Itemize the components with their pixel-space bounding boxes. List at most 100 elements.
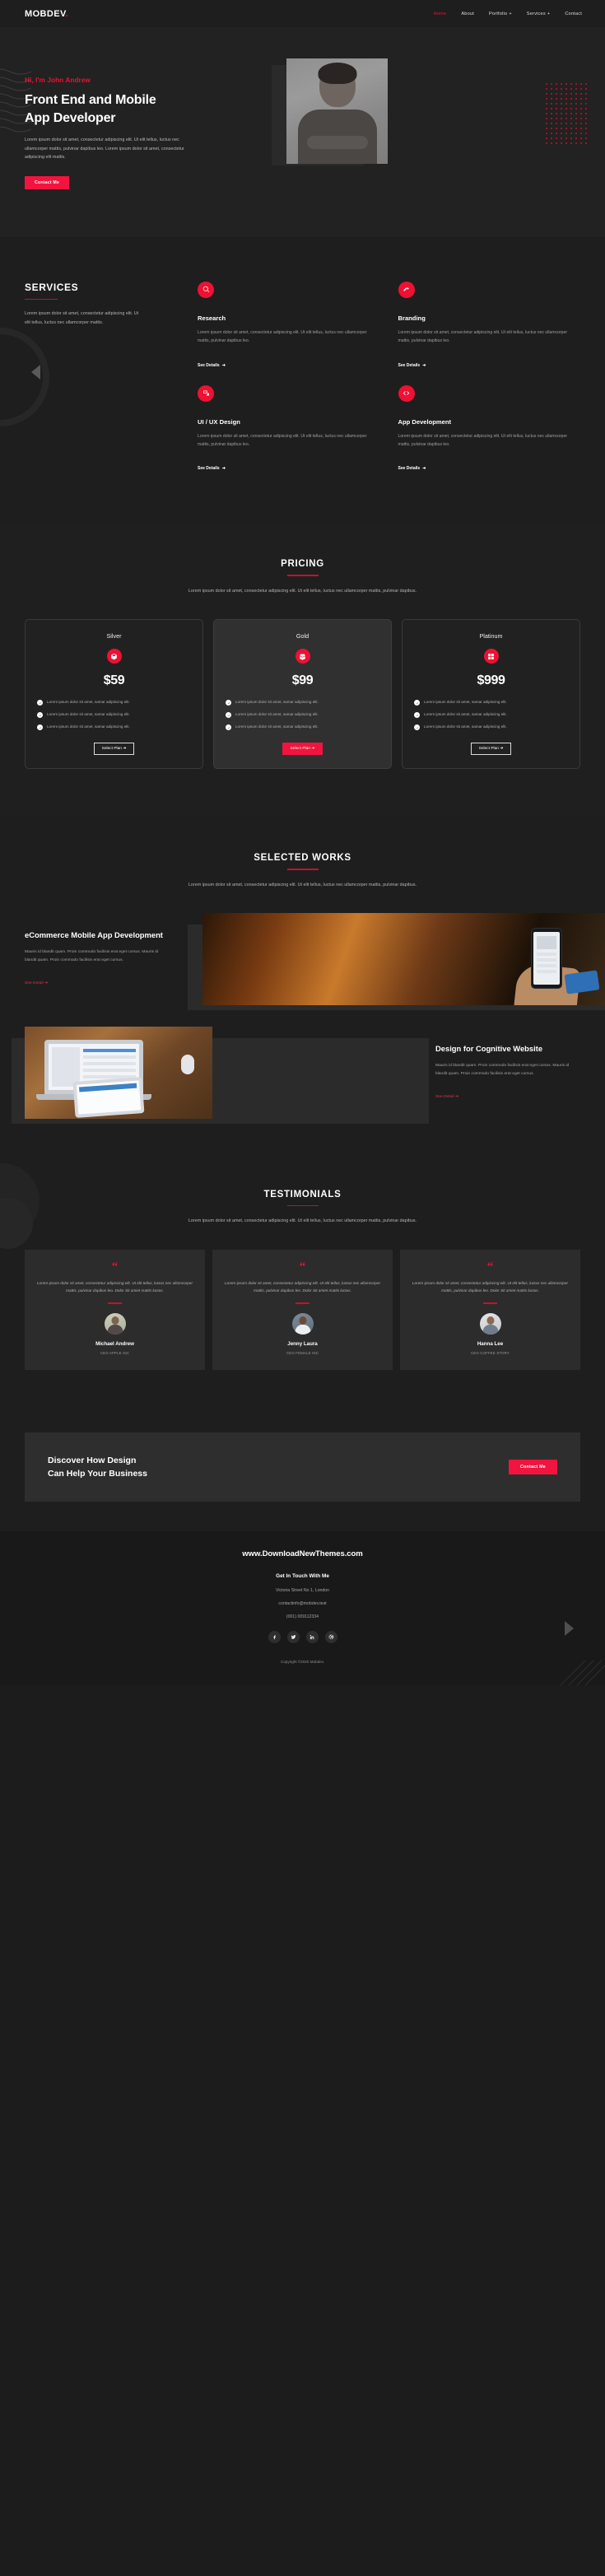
dribbble-icon[interactable]: [324, 1631, 337, 1644]
footer-phone[interactable]: (001) 009112334: [25, 1614, 580, 1619]
search-icon: [198, 281, 214, 298]
triangle-decoration: [565, 1621, 574, 1637]
plan-feature: Lorem ipsum dolor sit amet, samar adipis…: [37, 699, 191, 706]
check-icon: [414, 712, 420, 719]
dot-pattern-decoration: [544, 82, 587, 146]
services-title: SERVICES: [25, 281, 79, 293]
plan-price: $99: [291, 673, 314, 688]
plan-price: $999: [477, 673, 505, 688]
main-nav: Home About Portfolio + Services + Contact: [434, 12, 582, 16]
plan-name: Platinum: [479, 632, 503, 641]
hero-section: Hi, I'm John Andrew Front End and Mobile…: [0, 27, 605, 237]
footer-email[interactable]: contactinfo@mobdev.test: [25, 1601, 580, 1606]
site-footer: www.DownloadNewThemes.com Get In Touch W…: [0, 1531, 605, 1686]
testimonial-card: “ Lorem ipsum dolor sit amet, consectetu…: [25, 1249, 205, 1370]
plan-feature: Lorem ipsum dolor sit amet, samar adipis…: [414, 699, 568, 706]
nav-item-services[interactable]: Services +: [527, 12, 551, 16]
plan-feature: Lorem ipsum dolor sit amet, samar adipis…: [414, 711, 568, 719]
hero-contact-button[interactable]: Contact Me: [25, 175, 69, 189]
pricing-card-platinum[interactable]: Platinum $999 Lorem ipsum dolor sit amet…: [402, 619, 580, 770]
footer-copyright: Copyright ©2020 Mobdev.: [280, 1660, 325, 1665]
testimonial-author: Hanna Lee: [477, 1340, 504, 1347]
select-plan-button[interactable]: Select Plan ➜: [470, 743, 512, 756]
brand-dot: .: [65, 8, 69, 19]
service-card-app-development[interactable]: App Development Lorem ipsum dolor sit am…: [398, 384, 581, 474]
arrow-right-icon: ➜: [422, 466, 426, 472]
cta-contact-button[interactable]: Contact Me: [508, 1459, 557, 1474]
arrow-right-icon: ➜: [422, 362, 426, 368]
service-title: UI / UX Design: [198, 417, 240, 426]
pricing-card-silver[interactable]: Silver $59 Lorem ipsum dolor sit amet, s…: [25, 619, 203, 770]
check-icon: [414, 724, 420, 731]
check-icon: [226, 700, 231, 706]
see-details-link[interactable]: See Details ➜: [198, 363, 226, 368]
site-header: MOBDEV. Home About Portfolio + Services + …: [0, 0, 605, 27]
work-thumbnail-image[interactable]: [25, 1026, 212, 1119]
hero-visual: [272, 58, 587, 189]
pricing-plans: Silver $59 Lorem ipsum dolor sit amet, s…: [25, 619, 580, 770]
select-plan-button[interactable]: Select Plan ➜: [282, 743, 323, 756]
chevron-plus-icon: +: [509, 11, 512, 16]
line-decoration: [560, 1660, 605, 1686]
see-detail-link[interactable]: See Detail ➜: [25, 981, 48, 985]
see-details-link[interactable]: See Details ➜: [398, 466, 426, 471]
arrow-right-icon: ➜: [44, 981, 49, 986]
work-thumbnail-image[interactable]: [202, 912, 605, 1005]
facebook-icon[interactable]: [268, 1631, 281, 1644]
testimonial-cards: “ Lorem ipsum dolor sit amet, consectetu…: [25, 1249, 580, 1370]
works-subtitle: Lorem ipsum dolor sit amet, consectetur …: [188, 882, 417, 887]
select-plan-button[interactable]: Select Plan ➜: [93, 743, 135, 756]
service-title: Research: [198, 314, 226, 322]
see-details-link[interactable]: See Details ➜: [198, 466, 226, 471]
plan-name: Gold: [296, 632, 309, 641]
testimonial-card: “ Lorem ipsum dolor sit amet, consectetu…: [212, 1249, 393, 1370]
service-description: Lorem ipsum dolor sit amet, consectetur …: [198, 433, 367, 447]
plan-feature: Lorem ipsum dolor sit amet, samar adipis…: [37, 711, 191, 719]
plan-name: Silver: [106, 632, 122, 641]
brand-logo[interactable]: MOBDEV.: [25, 9, 68, 19]
service-card-uiux[interactable]: UI / UX Design Lorem ipsum dolor sit ame…: [198, 384, 380, 474]
divider: [483, 1302, 497, 1304]
open-box-icon: [295, 649, 310, 664]
nav-item-portfolio[interactable]: Portfolio +: [489, 12, 512, 16]
twitter-icon[interactable]: [286, 1631, 300, 1644]
work-description: Mauris id blandit quam. Proin commodo fa…: [435, 1064, 570, 1076]
service-card-research[interactable]: Research Lorem ipsum dolor sit amet, con…: [198, 281, 380, 370]
code-icon: [398, 384, 415, 402]
title-underline: [25, 298, 58, 300]
hero-kicker: Hi, I'm John Andrew: [25, 77, 91, 84]
pricing-card-gold[interactable]: Gold $99 Lorem ipsum dolor sit amet, sam…: [213, 619, 392, 770]
linkedin-icon[interactable]: [305, 1631, 319, 1644]
check-icon: [37, 700, 43, 706]
hero-content: Hi, I'm John Andrew Front End and Mobile…: [25, 58, 272, 189]
plan-feature: Lorem ipsum dolor sit amet, samar adipis…: [226, 724, 379, 731]
boxes-icon: [483, 649, 499, 664]
check-icon: [37, 724, 43, 731]
arrow-right-icon: ➜: [123, 747, 127, 752]
nav-item-home[interactable]: Home: [434, 12, 447, 16]
plan-feature: Lorem ipsum dolor sit amet, samar adipis…: [414, 724, 568, 731]
avatar: [291, 1312, 314, 1335]
nav-item-contact[interactable]: Contact: [565, 12, 582, 16]
service-card-branding[interactable]: Branding Lorem ipsum dolor sit amet, con…: [398, 281, 581, 370]
quote-icon: “: [299, 1260, 306, 1274]
cta-heading: Discover How Design Can Help Your Busine…: [48, 1455, 147, 1479]
divider: [296, 1302, 309, 1304]
plan-feature: Lorem ipsum dolor sit amet, samar adipis…: [37, 724, 191, 731]
service-title: App Development: [398, 417, 452, 426]
plan-feature: Lorem ipsum dolor sit amet, samar adipis…: [226, 699, 379, 706]
arrow-right-icon: ➜: [500, 747, 504, 752]
testimonial-card: “ Lorem ipsum dolor sit amet, consectetu…: [400, 1249, 580, 1370]
services-card-grid: Research Lorem ipsum dolor sit amet, con…: [198, 281, 581, 474]
arrow-right-icon: ➜: [221, 466, 226, 472]
see-detail-link[interactable]: See Detail ➜: [435, 1095, 458, 1099]
see-details-link[interactable]: See Details ➜: [398, 363, 426, 368]
service-title: Branding: [398, 314, 426, 322]
nav-item-about[interactable]: About: [461, 12, 474, 16]
work-item-cognitive: Design for Cognitive Website Mauris id b…: [0, 1026, 605, 1124]
service-description: Lorem ipsum dolor sit amet, consectetur …: [398, 329, 568, 343]
box-icon: [106, 649, 122, 664]
social-links: [25, 1631, 580, 1644]
plan-feature: Lorem ipsum dolor sit amet, samar adipis…: [226, 711, 379, 719]
testimonial-text: Lorem ipsum dolor sit amet, consectetur …: [412, 1281, 569, 1293]
